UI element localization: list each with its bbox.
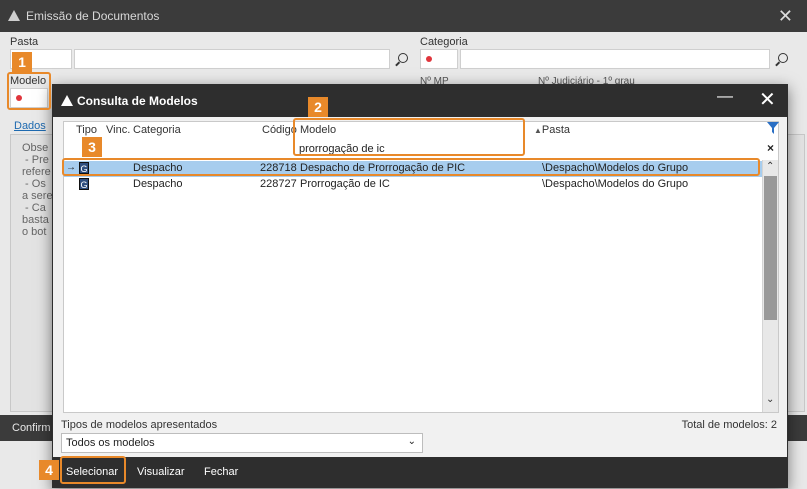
dialog-title: Consulta de Modelos <box>77 94 198 108</box>
close-icon[interactable]: ✕ <box>759 87 776 112</box>
app-logo-icon <box>8 10 20 21</box>
total-models-label: Total de modelos: 2 <box>681 419 777 431</box>
table-row[interactable]: G Despacho 228727 Prorrogação de IC \Des… <box>64 177 764 193</box>
column-header-categoria[interactable]: Categoria <box>133 124 181 136</box>
background-close-icon[interactable]: ✕ <box>778 6 793 27</box>
scroll-thumb[interactable] <box>764 176 777 320</box>
callout-box-row <box>62 158 760 176</box>
callout-number: 1 <box>12 52 32 72</box>
required-dot-icon <box>426 56 432 62</box>
row-codigo: 228727 <box>260 178 297 190</box>
dialog-button-bar: Selecionar Visualizar Fechar <box>53 457 787 487</box>
column-header-codigo[interactable]: Código <box>262 124 297 136</box>
clear-filter-icon[interactable]: × <box>767 141 774 155</box>
column-header-pasta[interactable]: ▲Pasta <box>534 124 570 136</box>
pasta-name-field[interactable] <box>74 49 390 69</box>
pasta-search-icon[interactable] <box>398 53 408 63</box>
row-categoria: Despacho <box>133 178 183 190</box>
row-modelo: Prorrogação de IC <box>300 178 390 190</box>
chevron-down-icon: ⌄ <box>407 436 416 447</box>
pasta-label: Pasta <box>10 36 39 48</box>
view-button[interactable]: Visualizar <box>137 466 185 478</box>
categoria-name-field[interactable] <box>460 49 770 69</box>
callout-box-select-button <box>60 456 126 484</box>
callout-number: 4 <box>39 460 59 480</box>
minimize-icon[interactable]: — <box>717 88 733 106</box>
tipo-icon: G <box>79 178 89 190</box>
scroll-up-icon[interactable]: ⌃ <box>766 161 774 172</box>
app-logo-icon <box>61 95 73 106</box>
scroll-down-icon[interactable]: ⌄ <box>766 394 774 405</box>
column-header-pasta-label: Pasta <box>541 124 571 136</box>
callout-number: 3 <box>82 137 102 157</box>
column-header-tipo[interactable]: Tipo <box>76 124 97 136</box>
confirm-button[interactable]: Confirm <box>12 422 51 434</box>
callout-number: 2 <box>308 97 328 117</box>
filter-icon[interactable] <box>767 122 779 134</box>
categoria-label: Categoria <box>420 36 468 48</box>
types-select-value: Todos os modelos <box>66 437 155 449</box>
dialog-titlebar: Consulta de Modelos — ✕ <box>53 85 787 117</box>
close-button[interactable]: Fechar <box>204 466 238 478</box>
row-pasta: \Despacho\Modelos do Grupo <box>542 178 689 190</box>
types-label: Tipos de modelos apresentados <box>61 419 218 431</box>
sort-asc-icon: ▲ <box>534 126 542 135</box>
types-select[interactable]: Todos os modelos ⌄ <box>61 433 423 453</box>
background-title: Emissão de Documentos <box>26 9 160 23</box>
categoria-search-icon[interactable] <box>778 53 788 63</box>
categoria-code-field[interactable] <box>420 49 458 69</box>
tab-dados[interactable]: Dados <box>14 120 46 132</box>
vertical-scrollbar[interactable]: ⌃ ⌄ <box>762 160 778 412</box>
column-header-vinc[interactable]: Vinc. <box>106 124 130 136</box>
background-titlebar: Emissão de Documentos ✕ <box>0 0 807 32</box>
callout-box-filter <box>293 118 525 156</box>
callout-box-modelo <box>7 72 51 110</box>
